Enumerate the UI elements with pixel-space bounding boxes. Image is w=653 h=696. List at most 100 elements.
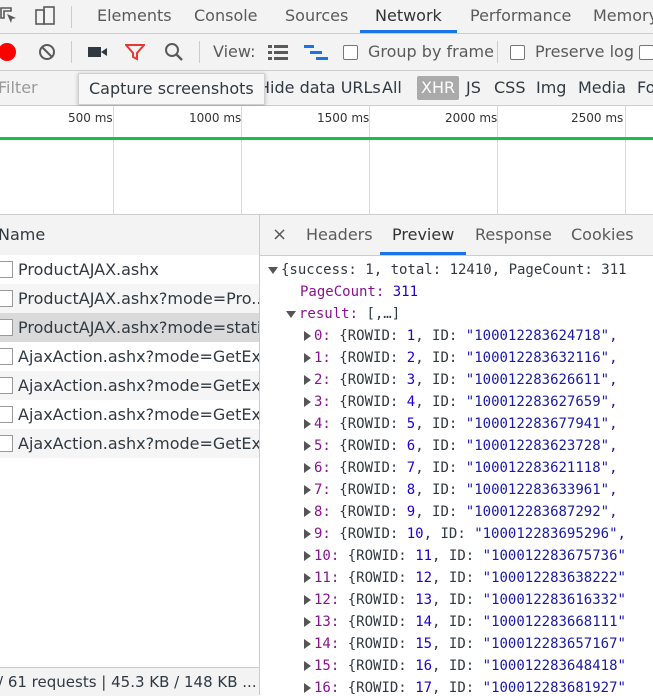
preserve-log-checkbox[interactable] [510, 45, 525, 60]
preserve-log-label: Preserve log [535, 42, 634, 61]
document-icon [0, 435, 13, 452]
json-result-item[interactable]: 16: {ROWID: 17, ID: "100012283681927" [304, 677, 626, 695]
hide-data-urls-label[interactable]: Hide data URLs [258, 71, 381, 105]
expand-triangle-icon[interactable] [304, 683, 311, 693]
tab-preview[interactable]: Preview [380, 215, 467, 255]
request-row[interactable]: AjaxAction.ashx?mode=GetEx... [0, 400, 259, 429]
device-toolbar-icon[interactable] [34, 5, 56, 27]
tab-elements[interactable]: Elements [97, 0, 172, 33]
json-result-item[interactable]: 5: {ROWID: 6, ID: "100012283623728", [304, 435, 618, 457]
expand-triangle-icon[interactable] [304, 331, 311, 341]
expand-triangle-icon[interactable] [304, 441, 311, 451]
filter-type-font[interactable]: Fo [637, 71, 653, 105]
capture-screenshots-tooltip: Capture screenshots [78, 73, 265, 105]
filter-type-xhr[interactable]: XHR [417, 76, 460, 100]
timeline-tick-label: 500 ms [68, 111, 113, 125]
network-toolbar: View: Group by frame Preserve log [0, 34, 653, 71]
filter-type-media[interactable]: Media [578, 71, 626, 105]
expand-triangle-icon[interactable] [304, 639, 311, 649]
devtools-tab-bar: Elements Console Sources Network Perform… [0, 0, 653, 34]
document-icon [0, 348, 13, 365]
timeline-gridline [625, 106, 626, 214]
expand-triangle-icon[interactable] [304, 661, 311, 671]
group-by-frame-checkbox[interactable] [343, 45, 358, 60]
filter-input[interactable]: Filter [0, 71, 38, 105]
tab-headers[interactable]: Headers [306, 215, 373, 255]
json-result-item[interactable]: 9: {ROWID: 10, ID: "100012283695296", [304, 523, 626, 545]
tab-network[interactable]: Network [360, 0, 457, 33]
expand-triangle-icon[interactable] [304, 573, 311, 583]
expand-triangle-icon[interactable] [304, 529, 311, 539]
request-row[interactable]: ProductAJAX.ashx?mode=Pro... [0, 284, 259, 313]
expand-triangle-icon[interactable] [304, 419, 311, 429]
summary-text: / 61 requests | 45.3 KB / 148 KB ... [0, 673, 257, 691]
clear-icon[interactable] [38, 43, 56, 61]
json-result-item[interactable]: 14: {ROWID: 15, ID: "100012283657167" [304, 633, 626, 655]
request-row[interactable]: AjaxAction.ashx?mode=GetEx... [0, 429, 259, 458]
record-icon[interactable] [0, 43, 16, 61]
network-overview-timeline[interactable]: 500 ms 1000 ms 1500 ms 2000 ms 2500 ms [0, 106, 653, 215]
dom-content-loaded-line [0, 137, 653, 140]
json-result-item[interactable]: 2: {ROWID: 3, ID: "100012283626611", [304, 369, 618, 391]
json-result-item[interactable]: 15: {ROWID: 16, ID: "100012283648418" [304, 655, 626, 677]
document-icon [0, 406, 13, 423]
request-row[interactable]: ProductAJAX.ashx [0, 255, 259, 284]
collapse-triangle-icon[interactable] [286, 310, 296, 318]
json-result-item[interactable]: 1: {ROWID: 2, ID: "100012283632116", [304, 347, 618, 369]
expand-triangle-icon[interactable] [304, 595, 311, 605]
expand-triangle-icon[interactable] [304, 507, 311, 517]
request-name: ProductAJAX.ashx [18, 260, 159, 279]
request-row[interactable]: AjaxAction.ashx?mode=GetEx... [0, 371, 259, 400]
group-by-frame-label: Group by frame [368, 42, 494, 61]
network-summary-bar: / 61 requests | 45.3 KB / 148 KB ... [0, 667, 259, 696]
filter-type-css[interactable]: CSS [494, 71, 525, 105]
timeline-gridline [113, 106, 114, 214]
json-result-item[interactable]: 4: {ROWID: 5, ID: "100012283677941", [304, 413, 618, 435]
json-result-node[interactable]: result: [,…] [286, 303, 400, 325]
close-icon[interactable]: × [272, 215, 287, 255]
json-result-item[interactable]: 13: {ROWID: 14, ID: "100012283668111" [304, 611, 626, 633]
timeline-tick-label: 1500 ms [317, 111, 370, 125]
large-request-rows-icon[interactable] [268, 44, 288, 60]
collapse-triangle-icon[interactable] [268, 266, 278, 274]
expand-triangle-icon[interactable] [304, 353, 311, 363]
name-column-header[interactable]: Name [0, 215, 45, 255]
json-pagecount-node: PageCount: 311 [300, 284, 419, 300]
request-row[interactable]: AjaxAction.ashx?mode=GetEx... [0, 342, 259, 371]
json-result-item[interactable]: 3: {ROWID: 4, ID: "100012283627659", [304, 391, 618, 413]
tab-cookies[interactable]: Cookies [571, 215, 634, 255]
document-icon [0, 377, 13, 394]
tab-memory[interactable]: Memory [593, 0, 653, 33]
request-row-selected[interactable]: ProductAJAX.ashx?mode=stati... [0, 313, 259, 342]
filter-type-js[interactable]: JS [466, 71, 481, 105]
expand-triangle-icon[interactable] [304, 617, 311, 627]
filter-icon[interactable] [123, 43, 147, 61]
json-result-item[interactable]: 8: {ROWID: 9, ID: "100012283687292", [304, 501, 618, 523]
filter-type-img[interactable]: Img [536, 71, 566, 105]
json-result-item[interactable]: 7: {ROWID: 8, ID: "100012283633961", [304, 479, 618, 501]
tab-console[interactable]: Console [194, 0, 258, 33]
json-result-item[interactable]: 10: {ROWID: 11, ID: "100012283675736" [304, 545, 626, 567]
json-result-item[interactable]: 11: {ROWID: 12, ID: "100012283638222" [304, 567, 626, 589]
waterfall-overview-icon[interactable] [304, 44, 328, 60]
expand-triangle-icon[interactable] [304, 397, 311, 407]
document-icon [0, 290, 13, 307]
inspect-element-icon[interactable] [0, 7, 18, 25]
json-result-item[interactable]: 12: {ROWID: 13, ID: "100012283616332" [304, 589, 626, 611]
tab-sources[interactable]: Sources [285, 0, 348, 33]
search-icon[interactable] [164, 42, 184, 62]
timeline-tick-label: 2000 ms [445, 111, 498, 125]
filter-type-all[interactable]: All [382, 71, 402, 105]
json-result-item[interactable]: 6: {ROWID: 7, ID: "100012283621118", [304, 457, 618, 479]
expand-triangle-icon[interactable] [304, 375, 311, 385]
expand-triangle-icon[interactable] [304, 463, 311, 473]
video-camera-icon[interactable] [88, 44, 108, 60]
tab-performance[interactable]: Performance [470, 0, 571, 33]
json-root-node[interactable]: {success: 1, total: 12410, PageCount: 31… [268, 259, 627, 281]
json-result-item[interactable]: 0: {ROWID: 1, ID: "100012283624718", [304, 325, 618, 347]
timeline-tick-label: 2500 ms [571, 111, 624, 125]
disable-cache-checkbox[interactable] [639, 45, 653, 60]
tab-response[interactable]: Response [475, 215, 552, 255]
expand-triangle-icon[interactable] [304, 485, 311, 495]
expand-triangle-icon[interactable] [304, 551, 311, 561]
